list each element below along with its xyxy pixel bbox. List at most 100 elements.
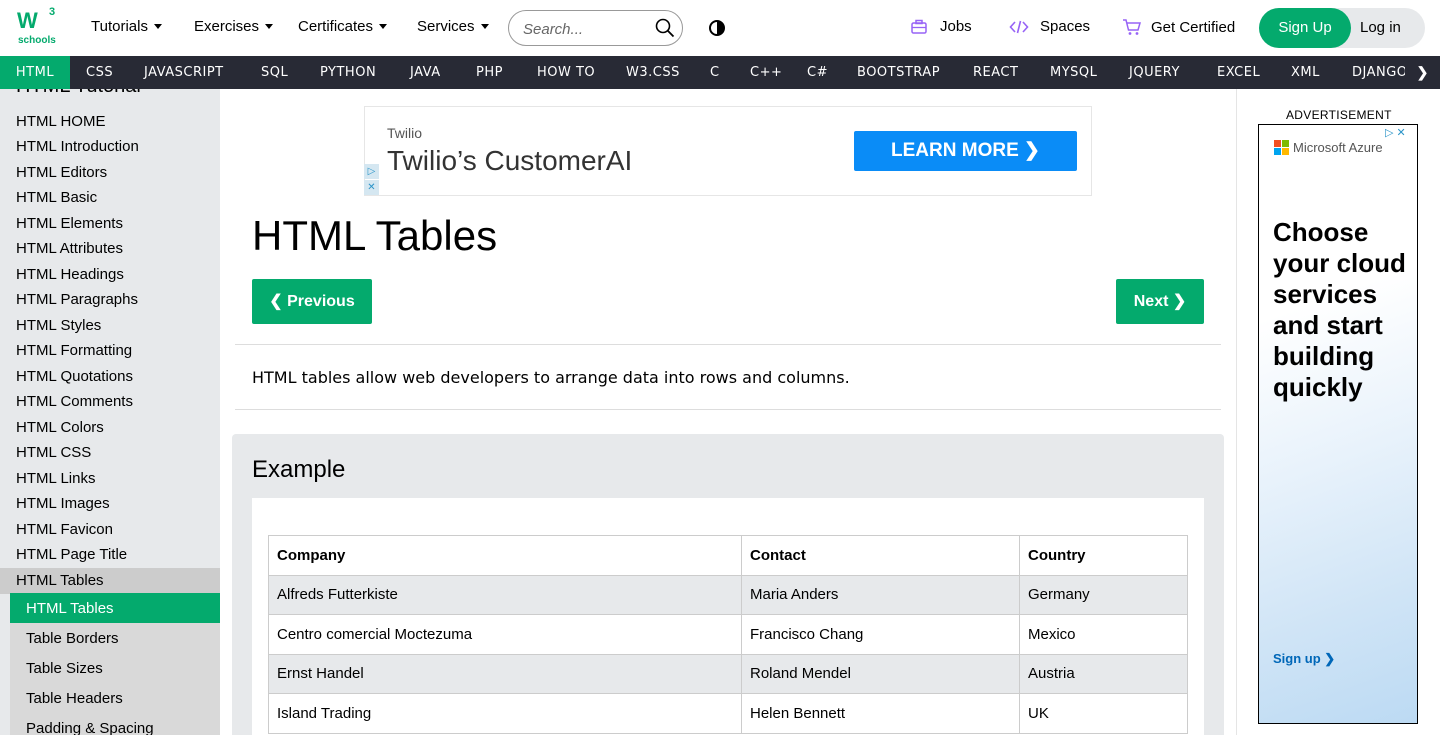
subject-css[interactable]: CSS: [86, 56, 113, 89]
sidebar-item-html-basic[interactable]: HTML Basic: [16, 189, 97, 206]
menu-services-label: Services: [417, 18, 475, 35]
previous-button[interactable]: ❮ Previous: [252, 279, 372, 324]
get-certified-link[interactable]: Get Certified: [1122, 18, 1235, 36]
column-header-company: Company: [268, 535, 742, 576]
subject-c[interactable]: C: [710, 56, 720, 89]
sidebar-subitem-table-headers[interactable]: Table Headers: [26, 690, 123, 707]
table-row: Alfreds Futterkiste Maria Anders Germany: [268, 574, 1188, 615]
search-icon[interactable]: [655, 18, 675, 38]
menu-certificates-label: Certificates: [298, 18, 374, 35]
logo-text: W: [17, 8, 38, 33]
menu-exercises[interactable]: Exercises: [194, 18, 274, 35]
menu-tutorials-label: Tutorials: [91, 18, 148, 35]
sidebar-item-html-styles[interactable]: HTML Styles: [16, 317, 101, 334]
ad-learn-more-button[interactable]: LEARN MORE ❯: [854, 131, 1077, 171]
sidebar-item-html-attributes[interactable]: HTML Attributes: [16, 240, 123, 257]
ad-brand-logo: Microsoft Azure: [1274, 140, 1383, 155]
advertisement-label: ADVERTISEMENT: [1286, 108, 1392, 122]
subject-cpp[interactable]: C++: [750, 56, 782, 89]
sidebar-item-html-tables[interactable]: HTML Tables: [16, 572, 104, 589]
subject-jquery[interactable]: JQUERY: [1129, 56, 1180, 89]
subject-html[interactable]: HTML: [0, 56, 70, 89]
sidebar-item-html-introduction[interactable]: HTML Introduction: [16, 138, 139, 155]
subject-react[interactable]: REACT: [973, 56, 1018, 89]
subject-topnav: HTML CSS JAVASCRIPT SQL PYTHON JAVA PHP …: [0, 56, 1440, 89]
search-input[interactable]: [523, 19, 643, 39]
sidebar-item-html-paragraphs[interactable]: HTML Paragraphs: [16, 291, 138, 308]
sidebar-item-html-favicon[interactable]: HTML Favicon: [16, 521, 113, 538]
menu-services[interactable]: Services: [417, 18, 489, 35]
divider: [235, 409, 1221, 410]
spaces-label: Spaces: [1040, 18, 1091, 35]
next-button[interactable]: Next ❯: [1116, 279, 1204, 324]
top-navbar: W 3 schools Tutorials Exercises Certific…: [0, 0, 1440, 56]
table-cell: Maria Anders: [741, 574, 1020, 615]
subject-mysql[interactable]: MYSQL: [1050, 56, 1097, 89]
spaces-link[interactable]: Spaces: [1009, 18, 1090, 35]
subject-xml[interactable]: XML: [1291, 56, 1320, 89]
sidebar-item-html-formatting[interactable]: HTML Formatting: [16, 342, 132, 359]
auth-buttons: Sign Up Log in: [1259, 8, 1425, 48]
column-header-country: Country: [1019, 535, 1188, 576]
sidebar-subitem-padding-spacing[interactable]: Padding & Spacing: [26, 720, 154, 735]
caret-down-icon: [480, 24, 489, 29]
sidebar-item-html-comments[interactable]: HTML Comments: [16, 393, 133, 410]
table-cell: Helen Bennett: [741, 693, 1020, 734]
table-row: Centro comercial Moctezuma Francisco Cha…: [268, 614, 1188, 655]
sidebar-item-html-page-title[interactable]: HTML Page Title: [16, 546, 127, 563]
sidebar-item-html-colors[interactable]: HTML Colors: [16, 419, 104, 436]
w3schools-logo[interactable]: W 3 schools: [16, 6, 60, 48]
table-cell: Ernst Handel: [268, 653, 742, 694]
right-column-divider: [1236, 89, 1237, 735]
sidebar-item-html-editors[interactable]: HTML Editors: [16, 164, 107, 181]
subject-django[interactable]: DJANGO: [1352, 56, 1408, 89]
sidebar-subitem-html-tables[interactable]: HTML Tables: [26, 600, 114, 617]
get-certified-label: Get Certified: [1151, 18, 1236, 36]
sidebar-item-html-links[interactable]: HTML Links: [16, 470, 95, 487]
table-row: Ernst Handel Roland Mendel Austria: [268, 653, 1188, 694]
ad-brand-name: Microsoft Azure: [1293, 140, 1383, 155]
ad-choices-icon[interactable]: ▷: [364, 164, 379, 179]
subject-how-to[interactable]: HOW TO: [537, 56, 595, 89]
left-sidebar: HTML Tutorial HTML HOME HTML Introductio…: [0, 89, 220, 735]
subject-bootstrap[interactable]: BOOTSTRAP: [857, 56, 940, 89]
sidebar-item-html-css[interactable]: HTML CSS: [16, 444, 91, 461]
subject-sql[interactable]: SQL: [261, 56, 288, 89]
sidebar-subitem-table-borders[interactable]: Table Borders: [26, 630, 119, 647]
sidebar-item-html-headings[interactable]: HTML Headings: [16, 266, 124, 283]
log-in-button[interactable]: Log in: [1360, 8, 1401, 48]
right-skyscraper-ad[interactable]: ▷ ✕ Microsoft Azure Choose your cloud se…: [1258, 124, 1418, 724]
caret-down-icon: [379, 24, 388, 29]
subject-java[interactable]: JAVA: [410, 56, 441, 89]
sidebar-item-html-elements[interactable]: HTML Elements: [16, 215, 123, 232]
subject-php[interactable]: PHP: [476, 56, 503, 89]
subject-csharp[interactable]: C#: [807, 56, 828, 89]
caret-down-icon: [265, 24, 274, 29]
top-banner-ad[interactable]: Twilio Twilio’s CustomerAI LEARN MORE ❯: [364, 106, 1092, 196]
subject-w3css[interactable]: W3.CSS: [626, 56, 680, 89]
table-row: Island Trading Helen Bennett UK: [268, 693, 1188, 734]
sidebar-title: HTML Tutorial: [16, 89, 141, 98]
menu-tutorials[interactable]: Tutorials: [91, 18, 162, 35]
sign-up-button[interactable]: Sign Up: [1259, 8, 1351, 48]
subject-excel[interactable]: EXCEL: [1217, 56, 1260, 89]
sidebar-subitem-table-sizes[interactable]: Table Sizes: [26, 660, 103, 677]
subject-python[interactable]: PYTHON: [320, 56, 376, 89]
ad-sign-up-link[interactable]: Sign up ❯: [1273, 651, 1335, 667]
sidebar-item-html-home[interactable]: HTML HOME: [16, 113, 105, 130]
table-header-row: Company Contact Country: [268, 535, 1188, 576]
sidebar-item-html-quotations[interactable]: HTML Quotations: [16, 368, 133, 385]
page-title: HTML Tables: [252, 212, 498, 259]
logo-subtitle: schools: [18, 35, 56, 46]
ad-headline: Twilio’s CustomerAI: [387, 145, 633, 176]
menu-certificates[interactable]: Certificates: [298, 18, 388, 35]
ad-close-icon[interactable]: ✕: [364, 180, 379, 195]
jobs-link[interactable]: Jobs: [910, 18, 972, 35]
dark-mode-toggle-icon[interactable]: [708, 19, 726, 37]
table-cell: Island Trading: [268, 693, 742, 734]
subject-javascript[interactable]: JAVASCRIPT: [144, 56, 224, 89]
chevron-right-icon[interactable]: ❯: [1405, 56, 1440, 89]
table-cell: Francisco Chang: [741, 614, 1020, 655]
sidebar-item-html-images[interactable]: HTML Images: [16, 495, 110, 512]
ad-choices-icon[interactable]: ▷ ✕: [1385, 126, 1417, 140]
